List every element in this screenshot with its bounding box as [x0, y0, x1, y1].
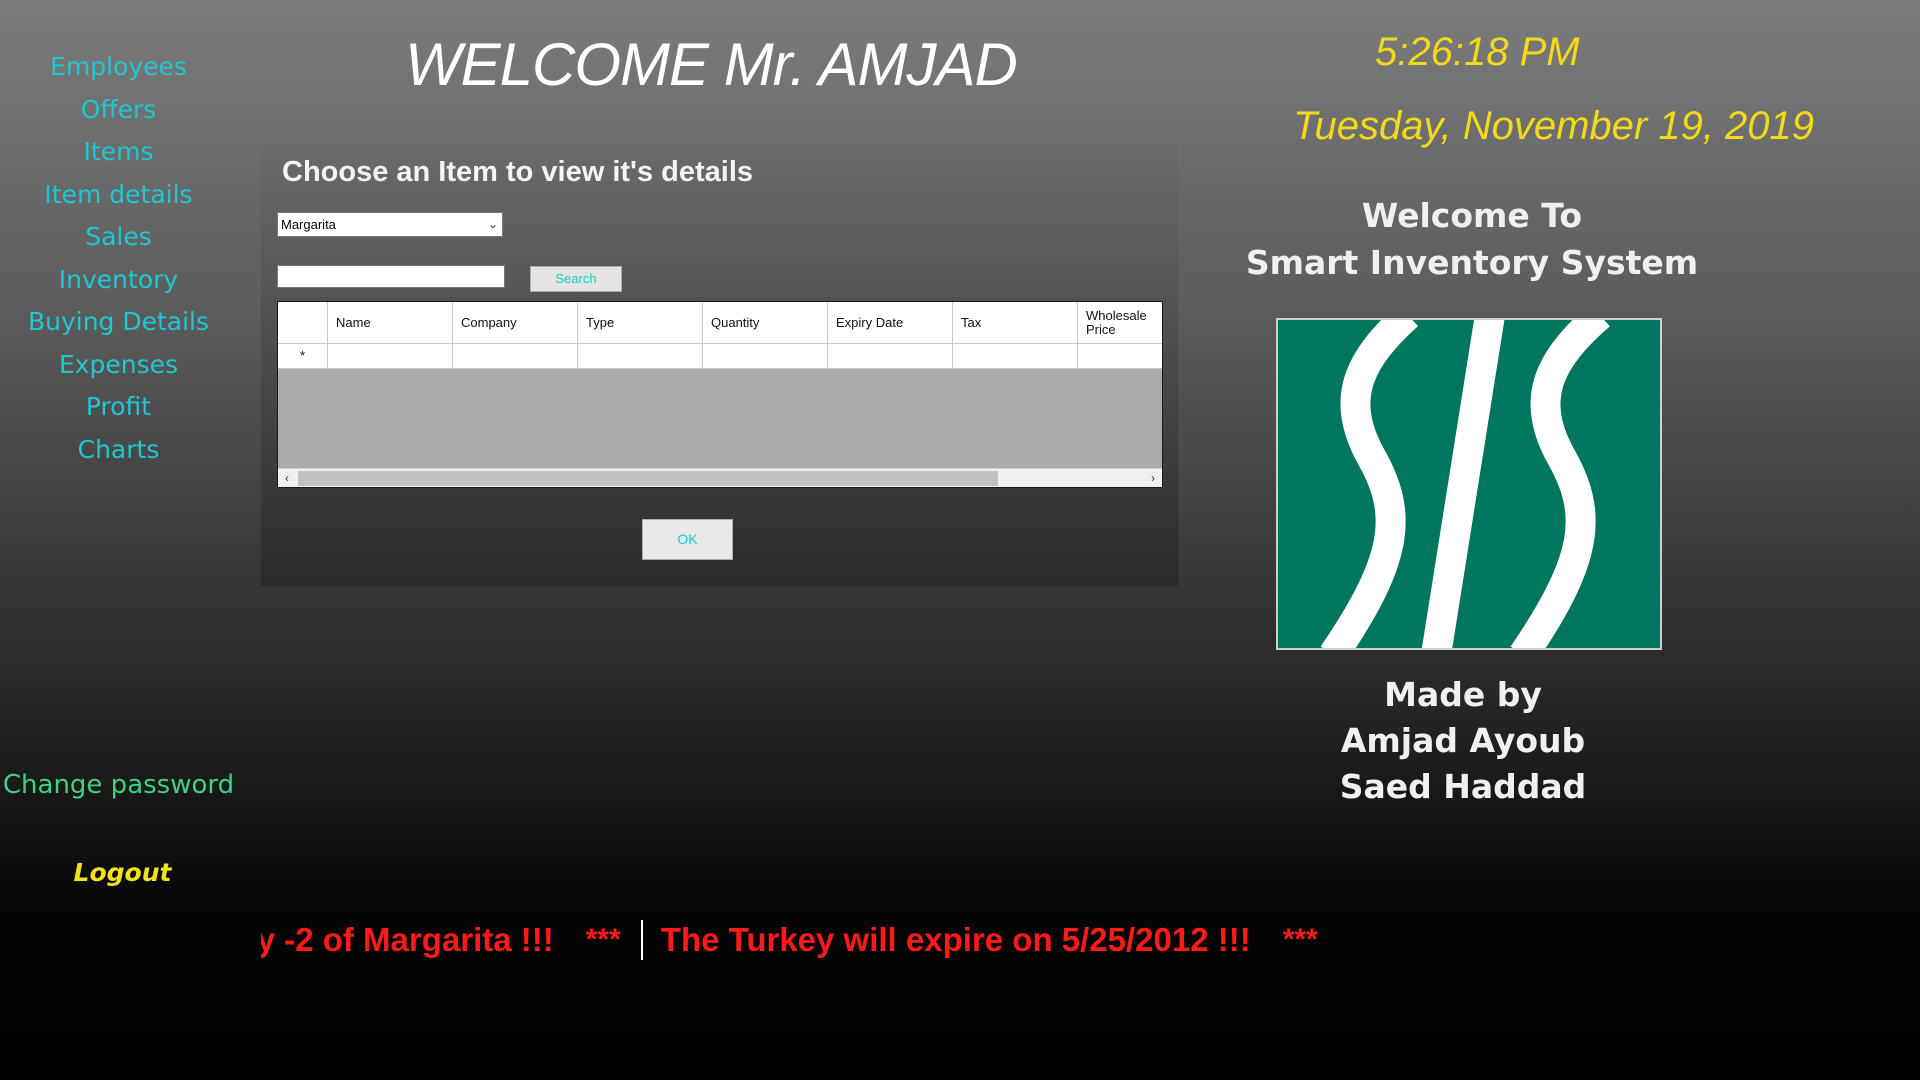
- made-by-label: Made by: [1384, 675, 1542, 714]
- system-name: Smart Inventory System: [1245, 243, 1699, 282]
- column-header-type[interactable]: Type: [578, 302, 703, 344]
- sidebar-item-expenses[interactable]: Expenses: [0, 344, 237, 387]
- sidebar-item-charts[interactable]: Charts: [0, 429, 237, 472]
- sidebar-item-profit[interactable]: Profit: [0, 386, 237, 429]
- sidebar-item-offers[interactable]: Offers: [0, 89, 237, 132]
- horizontal-scrollbar[interactable]: ‹ ›: [278, 468, 1162, 487]
- sis-logo-icon: [1320, 320, 1610, 648]
- item-select-value: Margarita: [281, 217, 336, 232]
- new-row-marker: *: [278, 344, 328, 369]
- sidebar-item-item-details[interactable]: Item details: [0, 174, 237, 217]
- column-header-tax[interactable]: Tax: [953, 302, 1078, 344]
- table-cell[interactable]: [703, 344, 828, 369]
- sidebar-item-employees[interactable]: Employees: [0, 46, 237, 89]
- author-name: Amjad Ayoub: [1340, 721, 1586, 760]
- welcome-title: WELCOME Mr. AMJAD: [405, 31, 1018, 98]
- table-cell[interactable]: [578, 344, 703, 369]
- search-input[interactable]: [277, 265, 505, 288]
- column-header-company[interactable]: Company: [453, 302, 578, 344]
- logout-link[interactable]: Logout: [0, 858, 245, 887]
- row-header-corner: [278, 302, 328, 344]
- ticker-separator: ***: [1282, 923, 1318, 956]
- scroll-left-icon[interactable]: ‹: [278, 469, 296, 487]
- item-select[interactable]: Margarita ⌄: [277, 212, 503, 237]
- scroll-right-icon[interactable]: ›: [1144, 469, 1162, 487]
- panel-title: Choose an Item to view it's details: [282, 156, 754, 188]
- table-header: Name Company Type Quantity Expiry Date T…: [278, 302, 1162, 344]
- clock: 5:26:18 PM: [1375, 30, 1580, 74]
- column-header-quantity[interactable]: Quantity: [703, 302, 828, 344]
- items-table[interactable]: Name Company Type Quantity Expiry Date T…: [277, 301, 1163, 488]
- ticker-message: The Turkey will expire on 5/25/2012 !!!: [660, 921, 1251, 958]
- welcome-message: Welcome To Smart Inventory System: [1240, 192, 1704, 286]
- ticker-track: ave only -2 of Margarita !!! *** The Tur…: [261, 915, 1338, 965]
- column-header-wholesale-price[interactable]: Wholesale Price: [1078, 302, 1162, 344]
- author-name: Saed Haddad: [1339, 767, 1587, 806]
- column-header-expiry-date[interactable]: Expiry Date: [828, 302, 953, 344]
- scrollbar-thumb[interactable]: [298, 471, 998, 486]
- ticker-separator: ***: [585, 923, 621, 956]
- table-cell[interactable]: [328, 344, 453, 369]
- welcome-line: Welcome To: [1361, 196, 1583, 235]
- table-cell[interactable]: [953, 344, 1078, 369]
- sidebar-item-items[interactable]: Items: [0, 131, 237, 174]
- sidebar-item-buying-details[interactable]: Buying Details: [0, 301, 237, 344]
- table-cell[interactable]: [453, 344, 578, 369]
- ok-button[interactable]: OK: [642, 519, 733, 560]
- sis-logo: [1276, 318, 1662, 650]
- sidebar: Employees Offers Items Item details Sale…: [0, 46, 237, 471]
- change-password-link[interactable]: Change password: [0, 770, 237, 800]
- alert-ticker: ave only -2 of Margarita !!! *** The Tur…: [261, 915, 1541, 965]
- ticker-message: ave only -2 of Margarita !!!: [261, 921, 554, 958]
- ticker-divider: [640, 920, 643, 960]
- sidebar-item-inventory[interactable]: Inventory: [0, 259, 237, 302]
- chevron-down-icon[interactable]: ⌄: [488, 213, 498, 236]
- item-details-panel: Choose an Item to view it's details Marg…: [261, 144, 1178, 586]
- table-cell[interactable]: [1078, 344, 1162, 369]
- sidebar-item-sales[interactable]: Sales: [0, 216, 237, 259]
- column-header-name[interactable]: Name: [328, 302, 453, 344]
- search-button[interactable]: Search: [530, 266, 622, 292]
- date-display: Tuesday, November 19, 2019: [1293, 104, 1815, 148]
- table-row[interactable]: *: [278, 344, 1162, 369]
- table-cell[interactable]: [828, 344, 953, 369]
- credits: Made by Amjad Ayoub Saed Haddad: [1300, 672, 1626, 810]
